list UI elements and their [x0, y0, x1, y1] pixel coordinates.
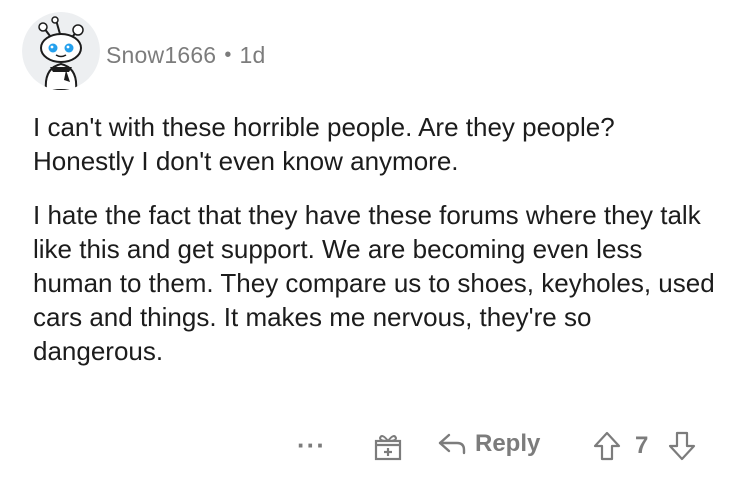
comment-header: Snow1666 • 1d: [22, 12, 266, 90]
award-button[interactable]: [372, 430, 404, 462]
username[interactable]: Snow1666: [106, 42, 216, 69]
comment-actions: ··· Reply 7: [0, 428, 750, 468]
upvote-button[interactable]: [592, 430, 622, 462]
comment-paragraph-2: I hate the fact that they have these for…: [33, 200, 715, 366]
comment: Snow1666 • 1d I can't with these horribl…: [0, 0, 750, 479]
meta-separator: •: [224, 43, 232, 66]
comment-paragraph-1: I can't with these horrible people. Are …: [33, 112, 615, 176]
downvote-arrow-icon: [668, 431, 696, 461]
comment-age: 1d: [239, 41, 266, 68]
upvote-arrow-icon: [593, 431, 621, 461]
gift-icon: [374, 435, 402, 461]
comment-meta: Snow1666 • 1d: [106, 42, 266, 69]
comment-body: I can't with these horrible people. Are …: [33, 110, 723, 388]
reply-button[interactable]: Reply: [437, 430, 540, 458]
reply-arrow-icon: [438, 433, 466, 455]
vote-score: 7: [635, 432, 649, 459]
reply-label: Reply: [475, 430, 541, 457]
downvote-button[interactable]: [667, 430, 697, 462]
snoo-avatar-icon: [22, 12, 100, 90]
avatar[interactable]: [22, 12, 100, 90]
more-options-button[interactable]: ···: [297, 430, 326, 461]
